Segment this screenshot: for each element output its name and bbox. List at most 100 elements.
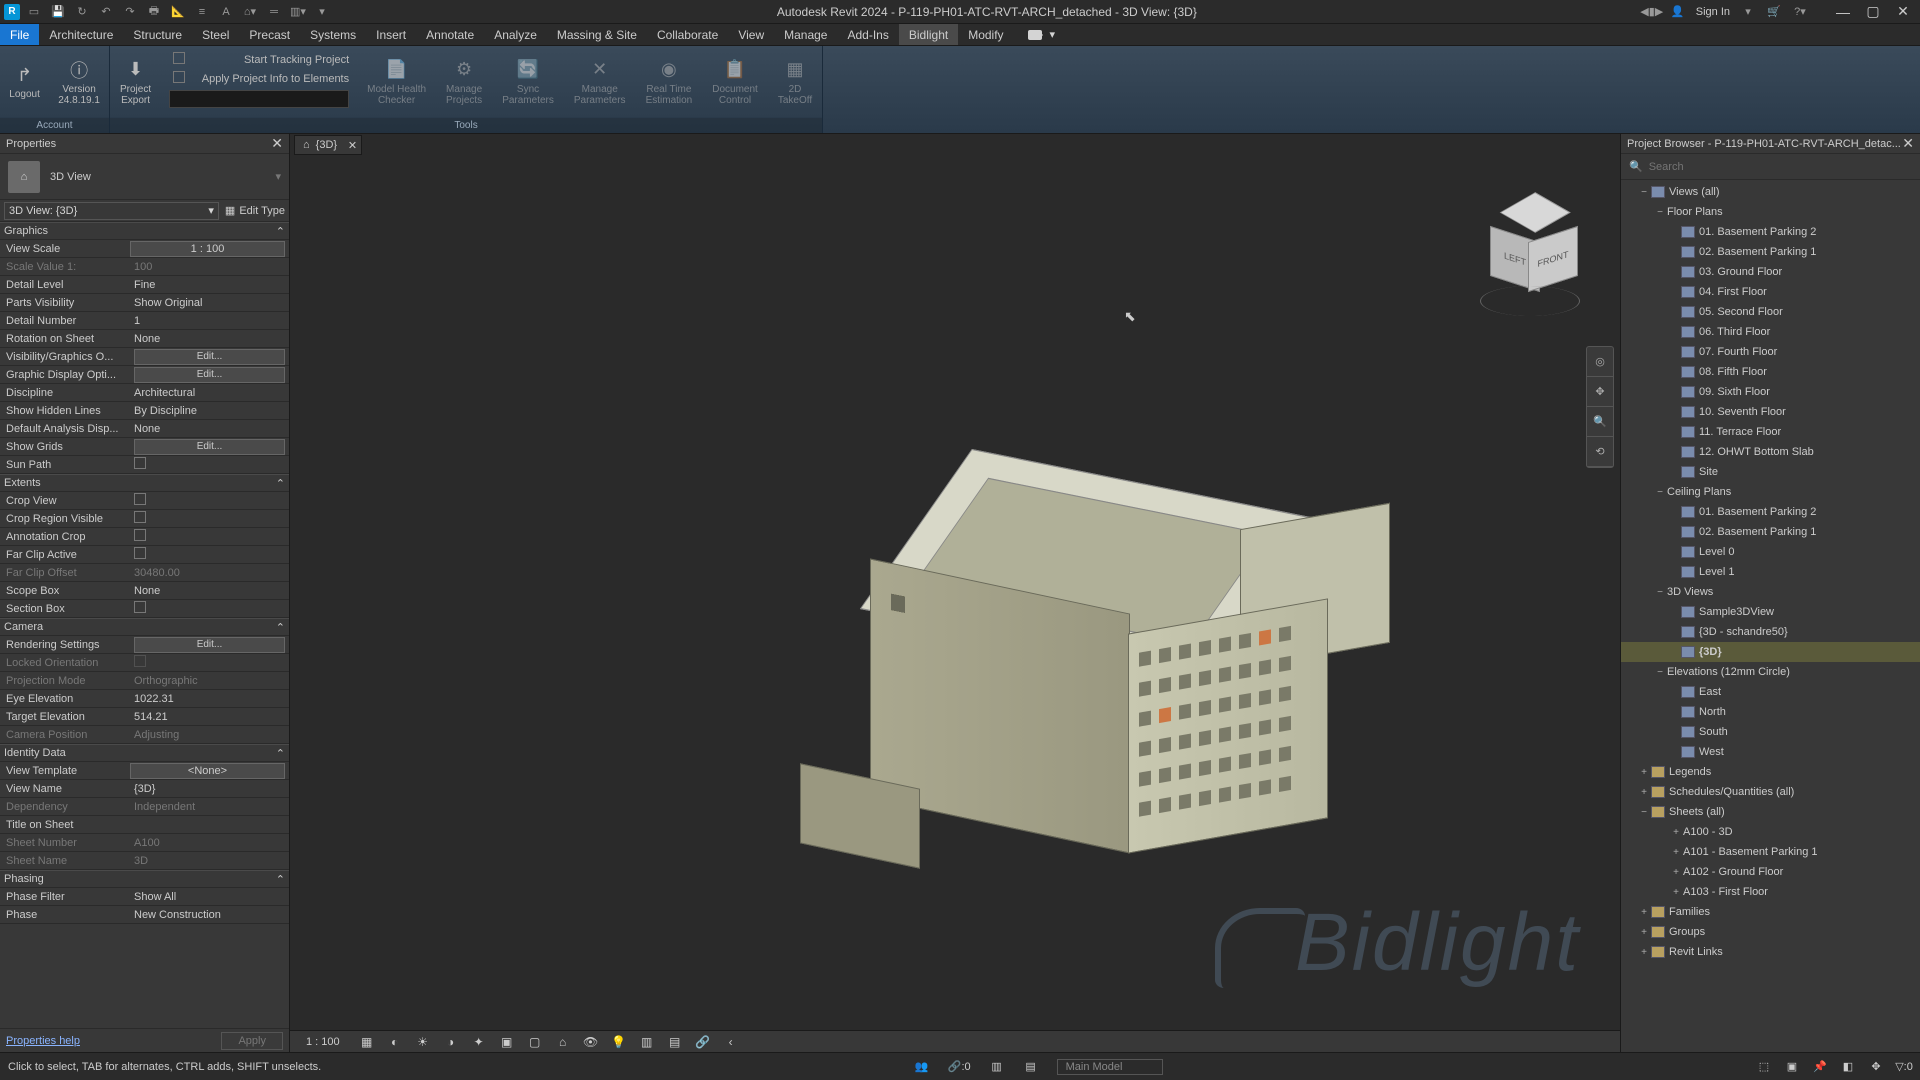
tree-node-ceiling-plans[interactable]: −Ceiling Plans <box>1621 482 1920 502</box>
help-icon[interactable]: ?▾ <box>1792 4 1808 20</box>
checkbox-icon[interactable] <box>134 547 146 559</box>
crop-button[interactable]: ▣ <box>498 1034 516 1050</box>
viewcube-front[interactable]: FRONT <box>1528 226 1578 292</box>
rendering-button[interactable]: ✦ <box>470 1034 488 1050</box>
tree-node-views[interactable]: −Views (all) <box>1621 182 1920 202</box>
tab-bidlight[interactable]: Bidlight <box>899 24 958 45</box>
tree-item[interactable]: 01. Basement Parking 2 <box>1621 502 1920 522</box>
tree-item[interactable]: Level 1 <box>1621 562 1920 582</box>
tree-node-groups[interactable]: +Groups <box>1621 922 1920 942</box>
visual-style-button[interactable]: ◐ <box>386 1034 404 1050</box>
filter-icon[interactable]: ▽:0 <box>1896 1059 1912 1075</box>
scroll-left-icon[interactable]: ‹ <box>722 1034 740 1050</box>
tab-add-ins[interactable]: Add-Ins <box>837 24 898 45</box>
tree-item[interactable]: Site <box>1621 462 1920 482</box>
checkbox-icon[interactable] <box>134 529 146 541</box>
tree-node-3d-views[interactable]: −3D Views <box>1621 582 1920 602</box>
document-control-button[interactable]: 📋Document Control <box>702 46 768 117</box>
tree-node-elevations[interactable]: −Elevations (12mm Circle) <box>1621 662 1920 682</box>
tree-item[interactable]: 09. Sixth Floor <box>1621 382 1920 402</box>
analytical-button[interactable]: ▤ <box>666 1034 684 1050</box>
tree-item[interactable]: 06. Third Floor <box>1621 322 1920 342</box>
prop-hidden-lines[interactable]: Show Hidden LinesBy Discipline <box>0 402 289 420</box>
tree-item[interactable]: Level 0 <box>1621 542 1920 562</box>
checkbox-icon[interactable] <box>134 601 146 613</box>
tab-collaborate[interactable]: Collaborate <box>647 24 728 45</box>
tree-item[interactable]: 03. Ground Floor <box>1621 262 1920 282</box>
measure-icon[interactable]: 📐 <box>170 4 186 20</box>
group-identity[interactable]: Identity Data⌃ <box>0 744 289 762</box>
properties-help-link[interactable]: Properties help <box>6 1035 80 1047</box>
tab-annotate[interactable]: Annotate <box>416 24 484 45</box>
manage-parameters-button[interactable]: ✕Manage Parameters <box>564 46 636 117</box>
redo-icon[interactable]: ↷ <box>122 4 138 20</box>
tab-steel[interactable]: Steel <box>192 24 239 45</box>
search-input[interactable] <box>1649 161 1912 173</box>
reveal-button[interactable]: 💡 <box>610 1034 628 1050</box>
prop-default-analysis[interactable]: Default Analysis Disp...None <box>0 420 289 438</box>
prop-sun-path[interactable]: Sun Path <box>0 456 289 474</box>
edit-button[interactable]: Edit... <box>134 367 285 383</box>
prop-visibility-graphics[interactable]: Visibility/Graphics O...Edit... <box>0 348 289 366</box>
tree-item[interactable]: 01. Basement Parking 2 <box>1621 222 1920 242</box>
sync-icon[interactable]: ↻ <box>74 4 90 20</box>
prop-parts-visibility[interactable]: Parts VisibilityShow Original <box>0 294 289 312</box>
tree-node-families[interactable]: +Families <box>1621 902 1920 922</box>
tree-node-legends[interactable]: +Legends <box>1621 762 1920 782</box>
edit-button[interactable]: Edit... <box>134 637 285 653</box>
tab-precast[interactable]: Precast <box>239 24 300 45</box>
tree-item[interactable]: Sample3DView <box>1621 602 1920 622</box>
tab-systems[interactable]: Systems <box>300 24 366 45</box>
undo-icon[interactable]: ↶ <box>98 4 114 20</box>
tab-insert[interactable]: Insert <box>366 24 416 45</box>
prop-eye-elevation[interactable]: Eye Elevation1022.31 <box>0 690 289 708</box>
tree-item[interactable]: East <box>1621 682 1920 702</box>
tree-item[interactable]: 10. Seventh Floor <box>1621 402 1920 422</box>
project-export-button[interactable]: ⬇ Project Export <box>110 46 161 117</box>
prop-detail-number[interactable]: Detail Number1 <box>0 312 289 330</box>
tree-item[interactable]: +A103 - First Floor <box>1621 882 1920 902</box>
detail-level-button[interactable]: ▦ <box>358 1034 376 1050</box>
workset-icon[interactable]: 👥 <box>914 1059 930 1075</box>
project-select-dropdown[interactable] <box>169 90 349 108</box>
tab-structure[interactable]: Structure <box>123 24 192 45</box>
tree-item[interactable]: 08. Fifth Floor <box>1621 362 1920 382</box>
link-display-button[interactable]: 🔗 <box>694 1034 712 1050</box>
tree-item[interactable]: +A100 - 3D <box>1621 822 1920 842</box>
group-graphics[interactable]: Graphics⌃ <box>0 222 289 240</box>
prop-rotation[interactable]: Rotation on SheetNone <box>0 330 289 348</box>
prop-detail-level[interactable]: Detail LevelFine <box>0 276 289 294</box>
thin-lines-icon[interactable]: ═ <box>266 4 282 20</box>
shadows-button[interactable]: ◑ <box>442 1034 460 1050</box>
close-views-icon[interactable]: ▥▾ <box>290 4 306 20</box>
prop-scope-box[interactable]: Scope BoxNone <box>0 582 289 600</box>
select-face-icon[interactable]: ◧ <box>1840 1059 1856 1075</box>
prop-section-box[interactable]: Section Box <box>0 600 289 618</box>
prop-rendering-settings[interactable]: Rendering SettingsEdit... <box>0 636 289 654</box>
sync-parameters-button[interactable]: 🔄Sync Parameters <box>492 46 564 117</box>
view-cube[interactable]: LEFT FRONT <box>1470 196 1590 316</box>
properties-close-button[interactable]: ✕ <box>271 135 283 152</box>
tab-view[interactable]: View <box>728 24 774 45</box>
orbit-button[interactable]: ⟲ <box>1587 437 1613 467</box>
edit-button[interactable]: Edit... <box>134 349 285 365</box>
zoom-button[interactable]: 🔍 <box>1587 407 1613 437</box>
tree-item[interactable]: +A102 - Ground Floor <box>1621 862 1920 882</box>
tree-item[interactable]: West <box>1621 742 1920 762</box>
tree-node-floor-plans[interactable]: −Floor Plans <box>1621 202 1920 222</box>
align-icon[interactable]: ≡ <box>194 4 210 20</box>
pan-button[interactable]: ✥ <box>1587 377 1613 407</box>
3d-canvas[interactable]: ⬉ LEFT FRONT ◎ ✥ 🔍 ⟲ Bidlight <box>290 156 1620 1030</box>
print-icon[interactable]: 🖶 <box>146 4 162 20</box>
prop-view-template[interactable]: View Template<None> <box>0 762 289 780</box>
prop-crop-visible[interactable]: Crop Region Visible <box>0 510 289 528</box>
open-icon[interactable]: ▭ <box>26 4 42 20</box>
select-pinned-icon[interactable]: 📌 <box>1812 1059 1828 1075</box>
close-button[interactable]: ✕ <box>1890 3 1916 21</box>
crop-region-button[interactable]: ▢ <box>526 1034 544 1050</box>
prop-target-elevation[interactable]: Target Elevation514.21 <box>0 708 289 726</box>
logout-button[interactable]: ↱ Logout <box>0 46 49 117</box>
prop-annotation-crop[interactable]: Annotation Crop <box>0 528 289 546</box>
maximize-button[interactable]: ▢ <box>1860 3 1886 21</box>
tree-item[interactable]: {3D - schandre50} <box>1621 622 1920 642</box>
